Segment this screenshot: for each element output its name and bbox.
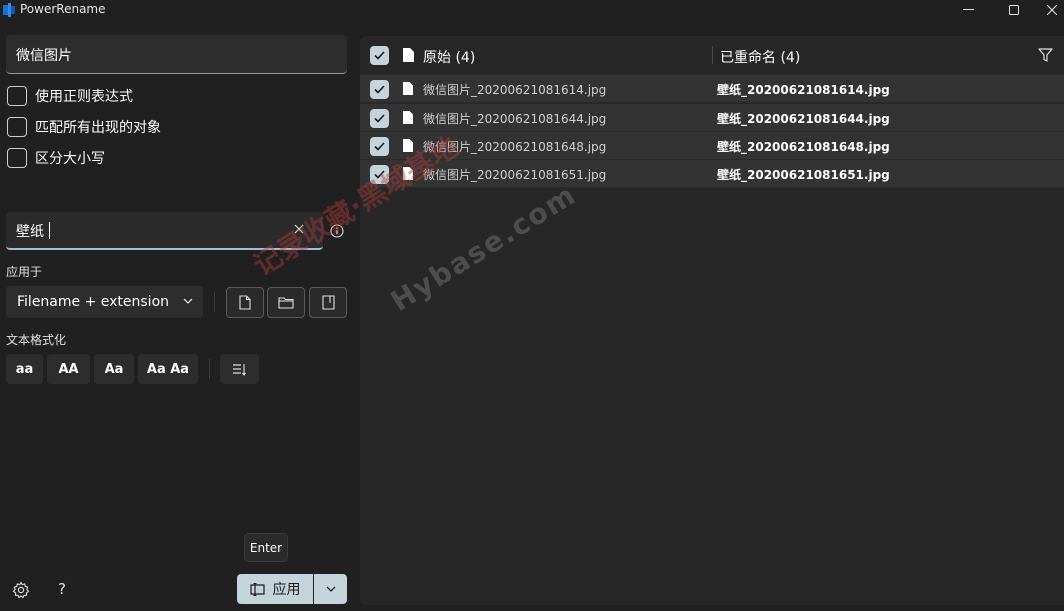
subfolder-icon	[321, 295, 335, 310]
uppercase-button[interactable]: AA	[47, 354, 90, 384]
file-icon	[403, 111, 413, 124]
window-title: PowerRename	[20, 2, 106, 16]
file-icon	[403, 48, 414, 62]
checkbox[interactable]	[7, 148, 27, 168]
replace-input-value: 壁纸	[16, 224, 44, 240]
row-checkbox[interactable]	[370, 137, 389, 156]
close-button[interactable]	[1040, 0, 1064, 20]
apply-to-label: 应用于	[6, 265, 43, 279]
keyboard-shortcut-tooltip: Enter	[244, 533, 288, 562]
include-subfolders-button[interactable]	[309, 287, 347, 318]
minimize-icon	[962, 9, 974, 10]
maximize-icon	[1009, 5, 1019, 15]
row-checkbox[interactable]	[370, 109, 389, 128]
renamed-filename: 壁纸_20200621081651.jpg	[717, 168, 890, 182]
original-filename: 微信图片_20200621081651.jpg	[423, 168, 607, 182]
search-input[interactable]: 微信图片	[6, 35, 347, 74]
chevron-down-icon	[183, 298, 193, 304]
include-folders-button[interactable]	[267, 287, 305, 318]
checkbox[interactable]	[7, 117, 27, 137]
chevron-down-icon	[326, 586, 335, 592]
original-filename: 微信图片_20200621081614.jpg	[423, 83, 607, 97]
enumerate-icon	[233, 363, 246, 376]
replace-input[interactable]: 壁纸	[6, 212, 323, 250]
text-caret	[49, 222, 50, 239]
capitalize-each-word-button[interactable]: Aa Aa	[138, 354, 198, 384]
minimize-button[interactable]	[948, 0, 988, 20]
renamed-filename: 壁纸_20200621081644.jpg	[717, 112, 890, 126]
close-icon	[1047, 5, 1057, 15]
original-filename: 微信图片_20200621081644.jpg	[423, 112, 607, 126]
divider	[209, 359, 210, 379]
preview-panel: 原始 (4) 已重命名 (4) 微信图片_20200621081614.jpg …	[360, 36, 1064, 605]
renamed-filename: 壁纸_20200621081648.jpg	[717, 140, 890, 154]
table-row[interactable]: 微信图片_20200621081644.jpg 壁纸_2020062108164…	[360, 104, 1064, 132]
apply-button[interactable]: 应用	[237, 574, 313, 604]
renamed-filename: 壁纸_20200621081614.jpg	[717, 83, 890, 97]
table-row[interactable]: 微信图片_20200621081614.jpg 壁纸_2020062108161…	[360, 75, 1064, 103]
help-button[interactable]: ?	[58, 580, 66, 598]
search-input-value: 微信图片	[16, 48, 72, 64]
original-filename: 微信图片_20200621081648.jpg	[423, 140, 607, 154]
include-files-button[interactable]	[226, 287, 264, 318]
checkbox[interactable]	[7, 86, 27, 106]
apply-options-dropdown[interactable]	[314, 574, 347, 604]
enumerate-button[interactable]	[220, 354, 259, 384]
column-divider	[712, 46, 713, 64]
gear-icon[interactable]	[12, 581, 30, 599]
table-row[interactable]: 微信图片_20200621081651.jpg 壁纸_2020062108165…	[360, 160, 1064, 188]
info-icon[interactable]	[330, 224, 344, 238]
select-all-checkbox[interactable]	[370, 46, 389, 65]
option-case-sensitive[interactable]: 区分大小写	[7, 147, 105, 169]
rename-icon	[249, 582, 265, 596]
text-format-label: 文本格式化	[6, 333, 67, 347]
option-label: 区分大小写	[35, 151, 105, 167]
file-icon	[403, 139, 413, 152]
checkmark-icon	[374, 170, 385, 179]
powerrename-app-icon	[3, 3, 15, 17]
close-icon[interactable]	[292, 222, 306, 236]
lowercase-button[interactable]: aa	[6, 354, 43, 384]
file-icon	[403, 82, 413, 95]
file-icon	[403, 167, 413, 180]
filter-icon[interactable]	[1038, 48, 1053, 62]
checkmark-icon	[374, 142, 385, 151]
original-column-header: 原始 (4)	[423, 50, 476, 66]
apply-button-label: 应用	[272, 582, 301, 598]
folder-icon	[278, 297, 294, 309]
divider	[214, 292, 215, 312]
option-label: 匹配所有出现的对象	[35, 120, 161, 136]
row-checkbox[interactable]	[370, 80, 389, 99]
option-label: 使用正则表达式	[35, 89, 133, 105]
file-icon	[239, 295, 251, 310]
checkmark-icon	[374, 51, 385, 60]
renamed-column-header: 已重命名 (4)	[720, 50, 801, 66]
preview-header: 原始 (4) 已重命名 (4)	[360, 36, 1064, 74]
table-row[interactable]: 微信图片_20200621081648.jpg 壁纸_2020062108164…	[360, 132, 1064, 160]
checkmark-icon	[374, 114, 385, 123]
row-checkbox[interactable]	[370, 165, 389, 184]
apply-to-dropdown[interactable]: Filename + extension	[6, 286, 203, 318]
title-bar: PowerRename	[0, 0, 1064, 22]
checkmark-icon	[374, 85, 385, 94]
maximize-button[interactable]	[994, 0, 1034, 20]
apply-to-value: Filename + extension	[17, 294, 170, 310]
option-use-regex[interactable]: 使用正则表达式	[7, 85, 133, 107]
option-match-all[interactable]: 匹配所有出现的对象	[7, 116, 161, 138]
titlecase-button[interactable]: Aa	[94, 354, 134, 384]
